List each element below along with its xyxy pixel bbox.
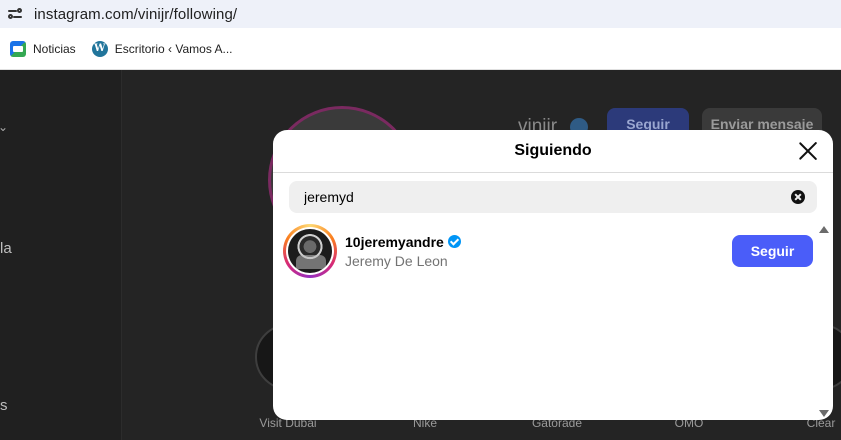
user-handle[interactable]: 10jeremyandre [345,234,444,250]
address-bar[interactable]: instagram.com/vinijr/following/ [0,0,841,28]
clear-search-icon[interactable] [791,190,805,204]
list-item[interactable]: 10jeremyandre Jeremy De Leon Seguir [283,223,813,279]
bookmarks-bar: Noticias W Escritorio ‹ Vamos A... [0,28,841,70]
verified-icon [447,235,461,248]
bookmark-label: Escritorio ‹ Vamos A... [114,41,233,56]
following-modal: Siguiendo 10jeremyandre Jeremy De Leon S… [273,130,833,420]
modal-header: Siguiendo [273,130,833,173]
bookmark-label: Noticias [33,41,76,56]
scrollbar[interactable] [819,223,833,420]
search-input[interactable] [304,189,774,205]
story-ring[interactable] [283,224,337,278]
user-info: 10jeremyandre Jeremy De Leon [345,234,461,269]
news-icon [10,40,26,57]
follow-button[interactable]: Seguir [732,235,813,267]
user-full-name: Jeremy De Leon [345,252,448,269]
wordpress-icon: W [91,40,108,57]
bookmark-noticias[interactable]: Noticias [10,40,76,57]
url-text[interactable]: instagram.com/vinijr/following/ [34,6,237,23]
scroll-up-arrow-icon[interactable] [819,226,829,233]
site-settings-icon[interactable] [8,7,22,21]
scroll-down-arrow-icon[interactable] [819,410,829,417]
bookmark-escritorio[interactable]: W Escritorio ‹ Vamos A... [91,40,233,57]
avatar [288,229,332,273]
search-box [289,181,817,213]
close-icon[interactable] [797,140,819,162]
modal-title: Siguiendo [514,142,592,159]
